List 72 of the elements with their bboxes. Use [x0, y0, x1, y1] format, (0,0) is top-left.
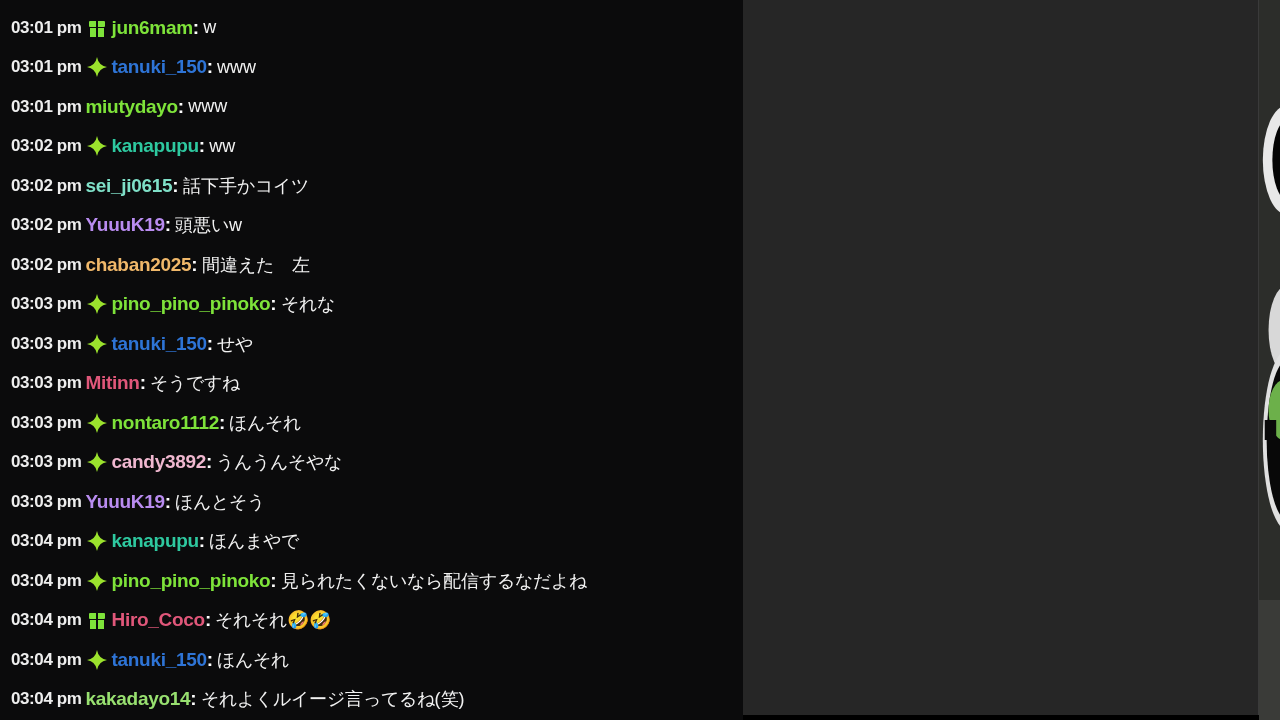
username[interactable]: kakadayo14	[85, 688, 191, 711]
colon-separator: :	[191, 253, 198, 276]
timestamp: 03:04 pm	[11, 531, 82, 552]
chat-message: それな	[280, 293, 335, 317]
timestamp: 03:04 pm	[11, 689, 82, 710]
username[interactable]: jun6mam	[111, 16, 193, 39]
username[interactable]: pino_pino_pinoko	[111, 293, 271, 316]
timestamp: 03:03 pm	[11, 333, 82, 354]
timestamp: 03:02 pm	[11, 254, 82, 275]
chat-message: ほんまやで	[209, 530, 300, 554]
username[interactable]: YuuuK19	[85, 490, 165, 513]
username[interactable]: kanapupu	[111, 135, 199, 158]
timestamp: 03:03 pm	[11, 294, 82, 315]
colon-separator: :	[206, 451, 213, 474]
colon-separator: :	[206, 648, 214, 671]
timestamp: 03:02 pm	[11, 215, 82, 236]
chat-message: ほんそれ	[217, 648, 290, 672]
colon-separator: :	[177, 95, 185, 118]
colon-separator: :	[190, 688, 197, 711]
colon-separator: :	[206, 56, 214, 79]
username[interactable]: tanuki_150	[111, 56, 207, 79]
chat-message: w	[203, 17, 217, 39]
username[interactable]: candy3892	[111, 451, 206, 474]
colon-separator: :	[172, 174, 179, 197]
colon-separator: :	[164, 490, 172, 513]
chat-message: そうですね	[149, 372, 240, 396]
colon-separator: :	[204, 609, 212, 632]
colon-separator: :	[192, 16, 200, 39]
username[interactable]: kanapupu	[111, 530, 199, 553]
timestamp: 03:01 pm	[11, 96, 82, 117]
colon-separator: :	[198, 135, 206, 158]
colon-separator: :	[164, 214, 172, 237]
timestamp: 03:03 pm	[11, 373, 82, 394]
colon-separator: :	[198, 530, 206, 553]
username[interactable]: Mitinn	[85, 372, 140, 395]
chat-message: www	[217, 56, 257, 78]
username[interactable]: tanuki_150	[111, 332, 207, 355]
chat-message: www	[188, 96, 228, 118]
timestamp: 03:03 pm	[11, 491, 82, 512]
username[interactable]: miutydayo	[85, 95, 178, 118]
username[interactable]: nontaro1112	[111, 411, 220, 434]
username[interactable]: sei_ji0615	[85, 174, 173, 197]
colon-separator: :	[219, 411, 226, 434]
username[interactable]: pino_pino_pinoko	[111, 569, 271, 592]
chat-message: ww	[209, 135, 236, 157]
timestamp: 03:03 pm	[11, 412, 82, 433]
username[interactable]: YuuuK19	[85, 214, 165, 237]
chat-message: それそれ🤣🤣	[215, 609, 332, 633]
chat-message: ほんそれ	[229, 411, 302, 435]
colon-separator: :	[270, 293, 277, 316]
colon-separator: :	[139, 372, 146, 395]
chat-message: 頭悪いw	[175, 214, 243, 238]
timestamp: 03:02 pm	[11, 136, 82, 157]
username[interactable]: chaban2025	[85, 253, 192, 276]
timestamp: 03:02 pm	[11, 175, 82, 196]
timestamp: 03:01 pm	[11, 17, 82, 38]
chat-message: 話下手かコイツ	[182, 174, 309, 198]
username[interactable]: tanuki_150	[111, 648, 207, 671]
chat-message: 見られたくないなら配信するなだよね	[280, 569, 587, 593]
colon-separator: :	[270, 569, 277, 592]
chat-message: 間違えた 左	[201, 253, 310, 277]
username[interactable]: Hiro_Coco	[111, 609, 205, 632]
timestamp: 03:04 pm	[11, 610, 82, 631]
chat-message: せや	[217, 332, 254, 356]
timestamp: 03:04 pm	[11, 649, 82, 670]
chat-message: ほんとそう	[175, 490, 266, 514]
timestamp: 03:01 pm	[11, 57, 82, 78]
timestamp: 03:04 pm	[11, 570, 82, 591]
chat-message: うんうんそやな	[216, 451, 343, 475]
colon-separator: :	[206, 332, 214, 355]
timestamp: 03:03 pm	[11, 452, 82, 473]
chat-message: それよくルイージ言ってるね(笑)	[200, 688, 465, 712]
